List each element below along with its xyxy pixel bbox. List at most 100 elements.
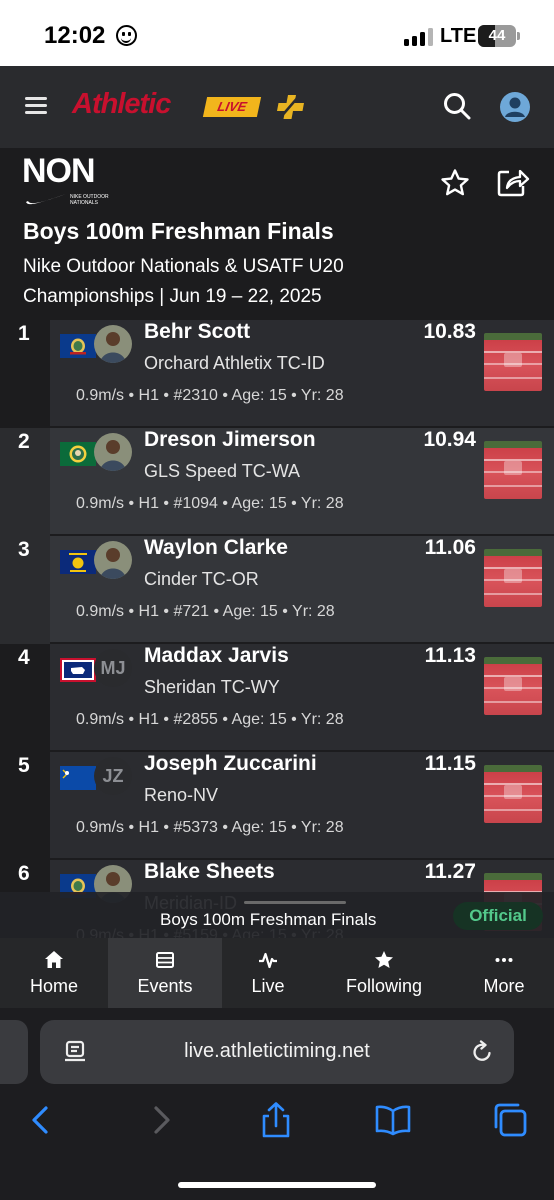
athlete-name[interactable]: Behr Scott [144,320,250,344]
result-mark: 11.13 [424,644,476,667]
place-number: 6 [18,862,30,885]
tab-label: Events [137,976,193,996]
video-icon [504,785,522,799]
event-header: NON NIKE OUTDOOR NATIONALS Boys 100m Fre… [0,148,554,320]
result-details: 0.9m/s • H1 • #1094 • Age: 15 • Yr: 28 [76,495,344,512]
battery-level: 44 [488,27,506,44]
tab-more[interactable]: More [454,938,554,1008]
home-indicator [178,1182,376,1188]
place-number: 3 [18,538,30,561]
video-icon [504,677,522,691]
team-name: Orchard Athletix TC-ID [144,353,325,373]
list-icon [156,952,174,968]
logo-badge: LIVE [202,97,262,117]
result-mark: 11.15 [424,752,476,775]
tab-events[interactable]: Events [108,938,222,1008]
result-details: 0.9m/s • H1 • #5373 • Age: 15 • Yr: 28 [76,819,344,836]
race-video-thumbnail[interactable] [484,441,542,499]
site-navbar: Athletic LIVE [0,66,554,148]
video-icon [504,461,522,475]
team-name: Cinder TC-OR [144,569,259,589]
forward-icon[interactable] [142,1102,178,1138]
result-row[interactable]: 4 MJ Maddax Jarvis Sheridan TC-WY 0.9m/s… [0,644,554,752]
result-card[interactable]: Dreson Jimerson GLS Speed TC-WA 0.9m/s •… [50,428,554,534]
athlete-initials-avatar: JZ [94,757,132,795]
browser-toolbar: live.athletictiming.net [0,1008,554,1200]
race-video-thumbnail[interactable] [484,549,542,607]
place-number: 2 [18,430,30,453]
swoosh-icon [26,194,66,205]
team-name: Reno-NV [144,785,219,805]
result-card[interactable]: Behr Scott Orchard Athletix TC-ID 0.9m/s… [50,320,554,426]
search-icon[interactable] [443,92,471,120]
place-number: 5 [18,754,30,777]
result-card[interactable]: JZ Joseph Zuccarini Reno-NV 0.9m/s • H1 … [50,752,554,858]
brand-mark: NON [22,152,96,190]
athlete-name[interactable]: Blake Sheets [144,860,275,884]
back-icon[interactable] [24,1102,60,1138]
tab-following[interactable]: Following [314,938,454,1008]
race-video-thumbnail[interactable] [484,333,542,391]
result-details: 0.9m/s • H1 • #2855 • Age: 15 • Yr: 28 [76,711,344,728]
tab-live[interactable]: Live [222,938,314,1008]
result-mark: 11.06 [424,536,476,559]
share-sheet-icon[interactable] [258,1102,294,1138]
athlete-name[interactable]: Joseph Zuccarini [144,752,317,776]
drag-handle[interactable] [244,901,346,904]
nike-outdoor-nationals-logo: NON NIKE OUTDOOR NATIONALS [22,152,109,210]
url-text: live.athletictiming.net [184,1040,370,1062]
result-row[interactable]: 2 Dreson Jimerson GLS Speed TC-WA 0.9m/s… [0,428,554,536]
team-name: GLS Speed TC-WA [144,461,301,481]
oregon-flag-icon [60,550,96,574]
now-viewing-bar[interactable]: Boys 100m Freshman Finals Official [0,892,554,938]
bookmarks-icon[interactable] [375,1102,411,1138]
result-row[interactable]: 3 Waylon Clarke Cinder TC-OR 0.9m/s • H1… [0,536,554,644]
athlete-photo [94,325,132,363]
wyoming-flag-icon [60,658,96,682]
tab-label: Following [345,976,423,996]
place-cell: 1 [0,320,50,428]
tab-label: Home [29,976,78,996]
video-icon [504,353,522,367]
idaho-flag-icon [60,334,96,358]
reload-icon[interactable] [470,1040,494,1064]
result-row[interactable]: 1 Behr Scott Orchard Athletix TC-ID 0.9m… [0,320,554,428]
previous-tab-peek[interactable] [0,1020,28,1084]
athlete-name[interactable]: Maddax Jarvis [144,644,289,668]
share-icon[interactable] [496,166,530,198]
menu-icon[interactable] [25,97,47,115]
result-mark: 10.83 [423,320,476,343]
account-icon[interactable] [500,92,530,122]
place-cell: 4 [0,644,50,752]
address-bar[interactable]: live.athletictiming.net [40,1020,514,1084]
result-mark: 11.27 [424,860,476,883]
ellipsis-icon [495,958,513,962]
place-number: 1 [18,322,30,345]
video-icon [504,569,522,583]
race-video-thumbnail[interactable] [484,657,542,715]
now-viewing-title: Boys 100m Freshman Finals [160,910,377,929]
meet-name: Nike Outdoor Nationals & USATF U20 Champ… [23,256,344,307]
result-card[interactable]: Waylon Clarke Cinder TC-OR 0.9m/s • H1 •… [50,536,554,642]
race-video-thumbnail[interactable] [484,765,542,823]
athlete-name[interactable]: Waylon Clarke [144,536,288,560]
battery-icon: 44 [478,25,520,47]
athlete-photo [94,433,132,471]
result-details: 0.9m/s • H1 • #2310 • Age: 15 • Yr: 28 [76,387,344,404]
result-details: 0.9m/s • H1 • #721 • Age: 15 • Yr: 28 [76,603,335,620]
result-card[interactable]: MJ Maddax Jarvis Sheridan TC-WY 0.9m/s •… [50,644,554,750]
status-badge: Official [453,902,543,930]
athlete-name[interactable]: Dreson Jimerson [144,428,316,452]
plus-logo-icon[interactable] [277,92,307,122]
tab-home[interactable]: Home [0,938,108,1008]
cellular-signal-icon [404,28,434,46]
results-list: 1 Behr Scott Orchard Athletix TC-ID 0.9m… [0,320,554,940]
athlete-photo [94,541,132,579]
result-row[interactable]: 5 JZ Joseph Zuccarini Reno-NV 0.9m/s • H… [0,752,554,860]
ios-status-bar: 12:02 LTE 44 [0,0,554,66]
place-cell: 2 [0,428,50,536]
favorite-star-icon[interactable] [440,168,470,198]
place-number: 4 [18,646,30,669]
tab-label: More [483,976,525,996]
tabs-icon[interactable] [492,1102,528,1138]
